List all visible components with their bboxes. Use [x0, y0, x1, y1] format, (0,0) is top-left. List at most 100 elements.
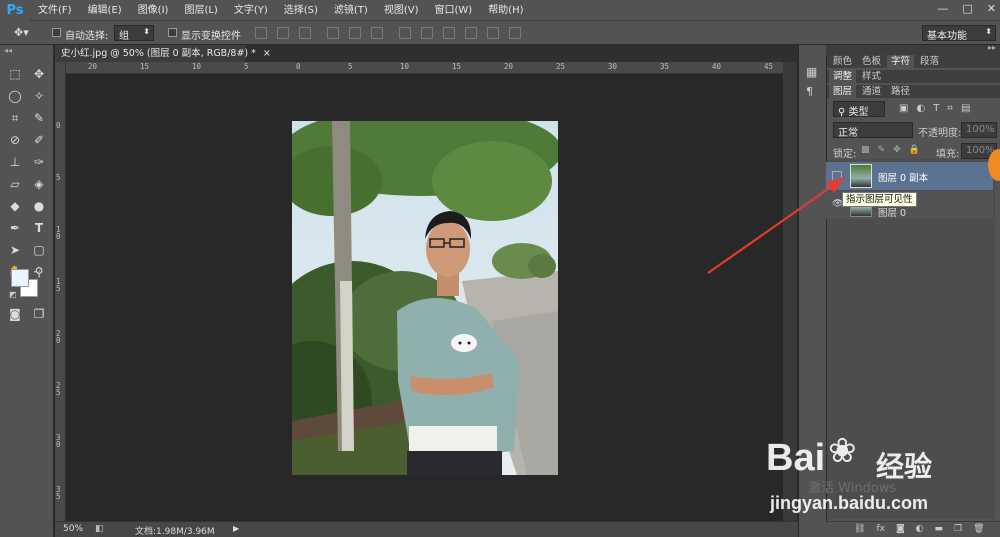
eraser-tool-icon[interactable]: ▱: [3, 173, 27, 195]
blur-tool-icon[interactable]: ◆: [3, 195, 27, 217]
move-tool-icon[interactable]: ✥▾: [14, 26, 29, 39]
swap-colors-icon[interactable]: ⤾: [34, 266, 41, 276]
path-select-icon[interactable]: ➤: [3, 239, 27, 261]
stamp-tool-icon[interactable]: ⊥: [3, 151, 27, 173]
menu-edit[interactable]: 编辑(E): [80, 0, 130, 21]
layer-name[interactable]: 图层 0: [878, 205, 906, 219]
crop-tool-icon[interactable]: ⌗: [3, 107, 27, 129]
document-tab[interactable]: 史小红.jpg @ 50% (图层 0 副本, RGB/8#) * ×: [55, 45, 271, 62]
auto-select-checkbox[interactable]: [52, 28, 61, 37]
brush-tool-icon[interactable]: ✐: [27, 129, 51, 151]
dodge-tool-icon[interactable]: ●: [27, 195, 51, 217]
screen-mode-icon[interactable]: ❐: [27, 303, 51, 325]
zoom-level[interactable]: 50%: [63, 524, 83, 534]
layer-filter-icons: ▣ ◐ T ⌗ ▤: [899, 103, 970, 114]
workspace-dropdown[interactable]: 基本功能 ⬍: [922, 25, 996, 42]
quick-mask-icon[interactable]: ◙: [3, 303, 27, 325]
distribute-hcenter-icon[interactable]: [487, 27, 499, 39]
magic-wand-icon[interactable]: ✧: [27, 85, 51, 107]
history-brush-icon[interactable]: ✑: [27, 151, 51, 173]
ruler-tick: 0: [296, 62, 301, 71]
fill-label: 填充:: [936, 149, 960, 160]
menu-image[interactable]: 图像(I): [130, 0, 177, 21]
status-icon[interactable]: ◧: [95, 524, 104, 534]
ruler-tick: 15: [452, 62, 462, 71]
distribute-vcenter-icon[interactable]: [421, 27, 433, 39]
close-button[interactable]: ✕: [987, 2, 996, 15]
ruler-tick: 5: [56, 173, 61, 182]
tab-color[interactable]: 颜色: [829, 55, 856, 68]
filter-adjust-icon[interactable]: ◐: [916, 103, 925, 114]
tab-paths[interactable]: 路径: [887, 85, 914, 98]
properties-panel-icon[interactable]: ¶: [806, 85, 813, 98]
maximize-button[interactable]: □: [962, 2, 972, 15]
lock-label: 锁定:: [833, 149, 857, 160]
tab-paragraph[interactable]: 段落: [916, 55, 943, 68]
show-transform-checkbox[interactable]: [168, 28, 177, 37]
chevron-down-icon: ⬍: [143, 27, 150, 36]
lock-pixels-icon[interactable]: ✎: [878, 145, 886, 155]
pen-tool-icon[interactable]: ✒: [3, 217, 27, 239]
distribute-left-icon[interactable]: [465, 27, 477, 39]
menu-window[interactable]: 窗口(W): [426, 0, 480, 21]
tab-adjustments[interactable]: 调整: [829, 70, 857, 83]
close-tab-icon[interactable]: ×: [263, 48, 271, 59]
collapse-icon[interactable]: ◂◂: [4, 46, 12, 55]
lock-position-icon[interactable]: ✥: [893, 145, 901, 155]
align-right-icon[interactable]: [371, 27, 383, 39]
lock-all-icon[interactable]: 🔒: [909, 145, 920, 155]
lasso-tool-icon[interactable]: ◯: [3, 85, 27, 107]
eyedropper-icon[interactable]: ✎: [27, 107, 51, 129]
blend-mode-dropdown[interactable]: 正常: [833, 122, 913, 139]
distribute-right-icon[interactable]: [509, 27, 521, 39]
lock-transparent-icon[interactable]: ▩: [861, 145, 870, 155]
align-top-icon[interactable]: [255, 27, 267, 39]
distribute-top-icon[interactable]: [399, 27, 411, 39]
history-panel-icon[interactable]: ▦: [806, 65, 817, 79]
opacity-input[interactable]: 100%: [961, 122, 997, 138]
auto-select-dropdown[interactable]: 组 ⬍: [114, 25, 154, 42]
filter-smart-icon[interactable]: ▤: [961, 103, 970, 114]
filter-type-icon[interactable]: T: [933, 103, 939, 114]
tab-styles[interactable]: 样式: [858, 70, 885, 83]
align-left-icon[interactable]: [327, 27, 339, 39]
ruler-tick: 20: [504, 62, 514, 71]
menu-view[interactable]: 视图(V): [376, 0, 427, 21]
horizontal-ruler: 20 15 10 5 0 5 10 15 20 25 30 35 40 45: [66, 62, 783, 74]
bucket-tool-icon[interactable]: ◈: [27, 173, 51, 195]
baidu-brand: Bai: [766, 437, 826, 479]
menu-select[interactable]: 选择(S): [276, 0, 326, 21]
menu-layer[interactable]: 图层(L): [176, 0, 225, 21]
move-tool-icon[interactable]: ✥: [27, 63, 51, 85]
foreground-color-swatch[interactable]: [11, 269, 29, 287]
align-vcenter-icon[interactable]: [277, 27, 289, 39]
marquee-tool-icon[interactable]: ⬚: [3, 63, 27, 85]
menu-file[interactable]: 文件(F): [30, 0, 80, 21]
menu-filter[interactable]: 滤镜(T): [326, 0, 376, 21]
tab-layers[interactable]: 图层: [829, 85, 857, 98]
tab-swatches[interactable]: 色板: [858, 55, 885, 68]
default-colors-icon[interactable]: ◩: [9, 290, 17, 299]
align-bottom-icon[interactable]: [299, 27, 311, 39]
photo-person-crossed-arms: [292, 121, 558, 475]
minimize-button[interactable]: —: [937, 2, 948, 15]
status-menu-arrow-icon[interactable]: ▶: [233, 524, 239, 533]
vertical-ruler: 0 5 1 0 1 5 2 0 2 5 3 0 3 5: [55, 62, 66, 521]
type-tool-icon[interactable]: T: [27, 217, 51, 239]
opacity-label: 不透明度:: [918, 128, 962, 139]
tab-channels[interactable]: 通道: [858, 85, 885, 98]
shape-tool-icon[interactable]: ▢: [27, 239, 51, 261]
healing-brush-icon[interactable]: ⊘: [3, 129, 27, 151]
collapse-panels-icon[interactable]: ▸▸: [988, 43, 996, 52]
align-hcenter-icon[interactable]: [349, 27, 361, 39]
layer-filter-dropdown[interactable]: ⚲ 类型: [833, 101, 885, 118]
paw-icon: ❀: [828, 431, 857, 471]
menu-help[interactable]: 帮助(H): [480, 0, 531, 21]
filter-shape-icon[interactable]: ⌗: [947, 103, 953, 114]
layer-name[interactable]: 图层 0 副本: [878, 170, 928, 184]
menu-type[interactable]: 文字(Y): [226, 0, 276, 21]
tab-character[interactable]: 字符: [887, 55, 915, 68]
filter-pixel-icon[interactable]: ▣: [899, 103, 908, 114]
distribute-bottom-icon[interactable]: [443, 27, 455, 39]
photoshop-logo: Ps: [0, 0, 30, 21]
